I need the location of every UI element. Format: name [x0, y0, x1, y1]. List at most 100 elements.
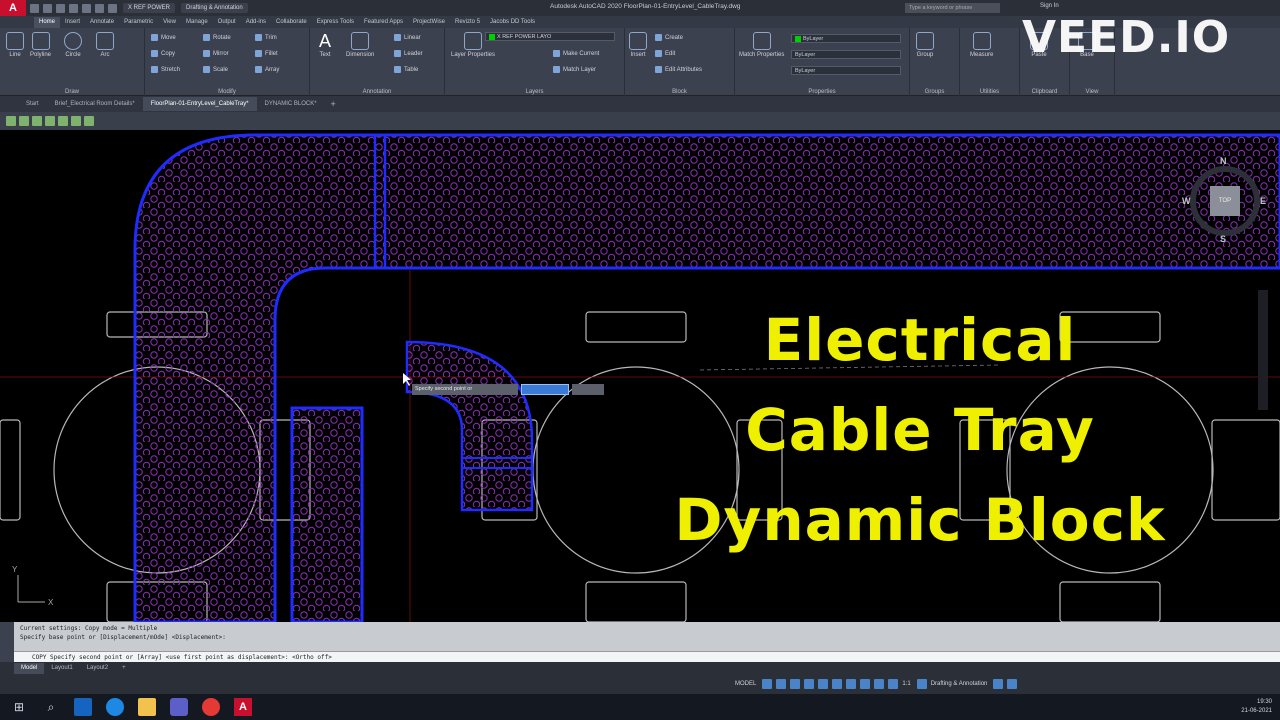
match-properties-button[interactable]: Match Properties [739, 32, 784, 58]
doc-tab-electrical-room[interactable]: Brief_Electrical Room Details* [47, 97, 143, 111]
tab-output[interactable]: Output [213, 17, 241, 28]
redo-icon[interactable] [108, 3, 117, 13]
layer-lock-icon[interactable] [71, 116, 81, 126]
tab-add-ins[interactable]: Add-ins [241, 17, 271, 28]
tab-home[interactable]: Home [34, 17, 61, 28]
layer-dropdown[interactable]: X REF POWER LAYO [485, 32, 615, 41]
search-icon[interactable]: ⌕ [42, 698, 60, 716]
sign-in-link[interactable]: Sign In [1040, 3, 1059, 9]
array-button[interactable]: Array [255, 66, 279, 73]
workspace-gear-icon[interactable] [916, 679, 927, 689]
dynamic-input-y-field[interactable] [572, 384, 604, 395]
insert-button[interactable]: Insert [629, 32, 647, 58]
properties-panel-label[interactable]: Properties [735, 89, 909, 95]
edit-attributes-button[interactable]: Edit Attributes [655, 66, 702, 73]
print-icon[interactable] [82, 3, 91, 13]
autocad-logo-icon[interactable]: A [0, 0, 26, 16]
fillet-button[interactable]: Fillet [255, 50, 278, 57]
osnap-icon[interactable] [818, 679, 829, 689]
cable-tray-vertical[interactable] [290, 406, 364, 622]
tab-projectwise[interactable]: ProjectWise [408, 17, 450, 28]
doc-tab-floorplan[interactable]: FloorPlan-01-EntryLevel_CableTray* [142, 97, 257, 111]
edge-icon[interactable] [106, 698, 124, 716]
chrome-icon[interactable] [202, 698, 220, 716]
tab-manage[interactable]: Manage [181, 17, 213, 28]
transparency-icon[interactable] [860, 679, 871, 689]
tab-view[interactable]: View [158, 17, 181, 28]
layer-isolate-icon[interactable] [19, 116, 29, 126]
tab-annotate[interactable]: Annotate [85, 17, 119, 28]
polyline-button[interactable]: Polyline [30, 32, 51, 58]
new-tab-icon[interactable]: + [331, 99, 336, 109]
create-block-button[interactable]: Create [655, 34, 683, 41]
selection-cycling-icon[interactable] [874, 679, 885, 689]
open-file-icon[interactable] [43, 3, 52, 13]
isolate-objects-icon[interactable] [993, 679, 1004, 689]
scale-button[interactable]: Scale [203, 66, 228, 73]
tab-featured-apps[interactable]: Featured Apps [359, 17, 408, 28]
annotation-scale-icon[interactable] [888, 679, 899, 689]
outlook-icon[interactable] [74, 698, 92, 716]
workspace-switcher[interactable]: Drafting & Annotation [181, 3, 248, 13]
draw-panel-label[interactable]: Draw [0, 89, 144, 95]
group-button[interactable]: Group [916, 32, 934, 58]
layer-state-icon[interactable] [6, 116, 16, 126]
layout-tab-model[interactable]: Model [14, 662, 45, 674]
layout-tab-layout2[interactable]: Layout2 [80, 663, 115, 674]
system-tray[interactable]: 19:30 21-06-2021 [1241, 698, 1272, 716]
annotation-scale[interactable]: 1:1 [902, 681, 910, 687]
rotate-button[interactable]: Rotate [203, 34, 231, 41]
windows-start-icon[interactable]: ⊞ [10, 698, 28, 716]
doc-tab-start[interactable]: Start [18, 97, 47, 111]
cable-tray-elbow[interactable] [405, 340, 534, 512]
compass-west[interactable]: W [1182, 196, 1191, 206]
tab-revizto[interactable]: Revizto 5 [450, 17, 485, 28]
groups-panel-label[interactable]: Groups [910, 89, 959, 95]
dimension-button[interactable]: Dimension [346, 32, 374, 58]
drawing-viewport[interactable]: Y X Specify second point or N S E W TOP … [0, 130, 1280, 622]
layer-walk-icon[interactable] [84, 116, 94, 126]
new-file-icon[interactable] [30, 3, 39, 13]
layout-tab-layout1[interactable]: Layout1 [44, 663, 79, 674]
layer-freeze-icon[interactable] [45, 116, 55, 126]
lineweight-dropdown[interactable]: ByLayer [791, 50, 901, 59]
copy-button[interactable]: Copy [151, 50, 175, 57]
linear-button[interactable]: Linear [394, 34, 421, 41]
arc-button[interactable]: Arc [96, 32, 114, 58]
lineweight-icon[interactable] [846, 679, 857, 689]
linetype-dropdown[interactable]: ByLayer [791, 66, 901, 75]
doc-tab-dynamic-block[interactable]: DYNAMIC BLOCK* [257, 97, 325, 111]
tab-collaborate[interactable]: Collaborate [271, 17, 312, 28]
command-line-grip[interactable] [0, 622, 14, 662]
move-button[interactable]: Move [151, 34, 176, 41]
save-as-icon[interactable] [69, 3, 78, 13]
help-search-input[interactable]: Type a keyword or phrase [905, 3, 1000, 13]
tab-jacobs-tools[interactable]: Jacobs DD Tools [485, 17, 540, 28]
leader-button[interactable]: Leader [394, 50, 423, 57]
text-button[interactable]: A Text [316, 32, 334, 58]
undo-icon[interactable] [95, 3, 104, 13]
trim-button[interactable]: Trim [255, 34, 277, 41]
table-button[interactable]: Table [394, 66, 418, 73]
match-layer-button[interactable]: Match Layer [553, 66, 596, 73]
layers-panel-label[interactable]: Layers [445, 89, 624, 95]
line-button[interactable]: Line [6, 32, 24, 58]
layer-off-icon[interactable] [58, 116, 68, 126]
customization-icon[interactable] [1007, 679, 1018, 689]
compass-south[interactable]: S [1220, 234, 1226, 244]
add-layout-icon[interactable]: + [115, 663, 133, 674]
command-input[interactable]: COPY Specify second point or [Array] <us… [14, 651, 1280, 662]
layer-unisolate-icon[interactable] [32, 116, 42, 126]
tab-parametric[interactable]: Parametric [119, 17, 158, 28]
modify-panel-label[interactable]: Modify [145, 89, 309, 95]
annotation-panel-label[interactable]: Annotation [310, 89, 444, 95]
utilities-panel-label[interactable]: Utilities [960, 89, 1019, 95]
snap-icon[interactable] [776, 679, 787, 689]
tab-express-tools[interactable]: Express Tools [312, 17, 359, 28]
view-panel-label[interactable]: View [1070, 89, 1114, 95]
ortho-icon[interactable] [790, 679, 801, 689]
mirror-button[interactable]: Mirror [203, 50, 229, 57]
circle-button[interactable]: Circle [64, 32, 82, 58]
clipboard-panel-label[interactable]: Clipboard [1020, 89, 1069, 95]
stretch-button[interactable]: Stretch [151, 66, 180, 73]
